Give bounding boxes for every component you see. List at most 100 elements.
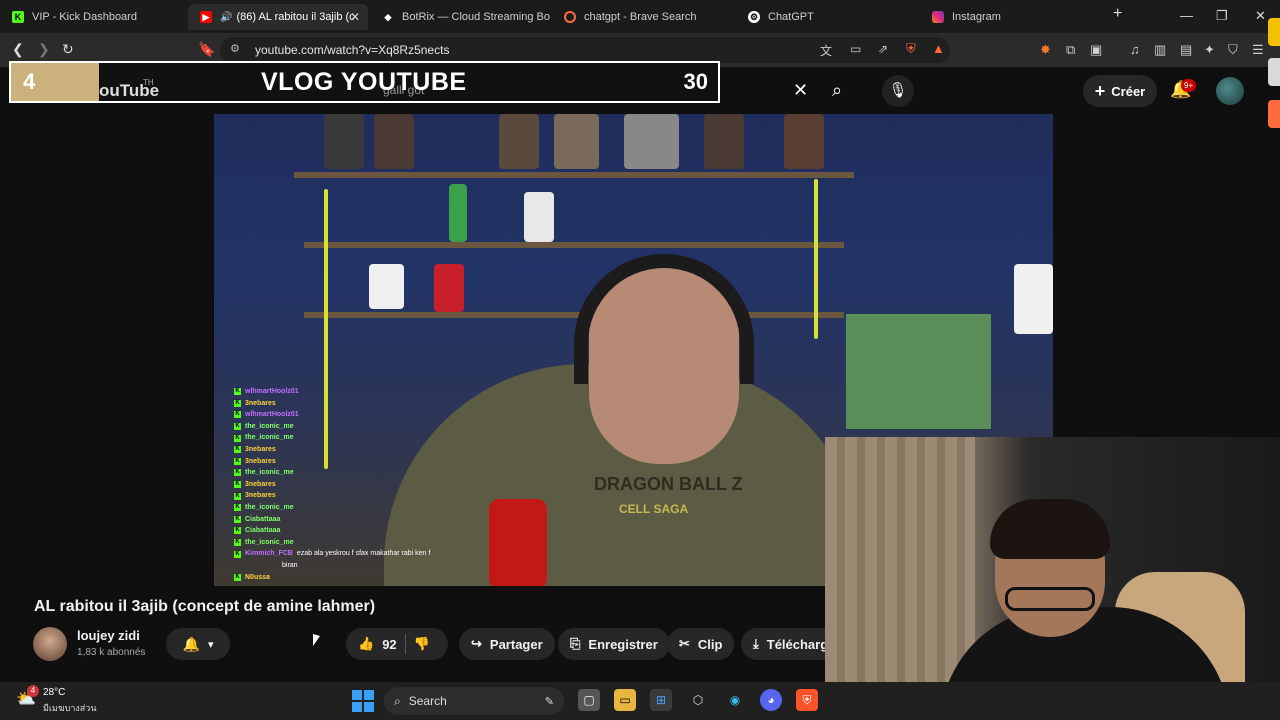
shelf [304,312,844,318]
chat-username: the_iconic_me [245,538,294,546]
brave-shields-icon[interactable]: ⛨ [906,41,916,57]
side-app-tile[interactable] [1268,58,1280,86]
like-dislike-group: 👍 92 👎 [346,628,448,660]
clip-button[interactable]: ✂ Clip [667,628,735,660]
reload-icon[interactable]: ↻ [62,41,74,58]
thumbs-down-icon: 👎 [413,636,430,651]
kick-badge-icon: K [234,527,241,535]
logo-country-code: TH [143,78,154,87]
cast-icon[interactable]: ▭ [850,42,861,56]
kick-badge-icon: K [234,399,241,407]
windows-logo-pane [364,702,374,712]
notifications-badge: 9+ [1181,79,1197,92]
side-app-tile[interactable] [1268,100,1280,128]
restore-icon[interactable]: ❐ [1216,8,1228,24]
weather-badge: 4 [27,685,39,697]
url-bar[interactable]: ⚙ youtube.com/watch?v=Xq8Rz5nects 文 ▭ ⇗ … [220,37,950,63]
brave-rewards-icon[interactable]: ▲ [932,41,945,56]
chat-message: KwlhmartHoolz01 [234,409,430,421]
side-app-tile[interactable] [1268,18,1280,46]
kick-badge-icon: K [234,469,241,477]
leo-ai-icon[interactable]: ✦ [1204,42,1215,58]
chat-username: Kimmich_FCB [245,550,293,558]
microsoft-store-icon[interactable]: ⊞ [650,689,672,711]
start-button[interactable] [352,690,374,712]
chat-message: Kthe_iconic_me [234,421,430,433]
tab-botrix[interactable]: ◆ BotRix — Cloud Streaming Bot f [370,4,550,30]
forward-icon[interactable]: ❯ [38,41,50,58]
webcam-overlay [825,437,1280,720]
tab-brave-search[interactable]: chatgpt - Brave Search [552,4,732,30]
chat-text: biran [282,561,298,569]
create-button[interactable]: + Créer [1083,75,1157,107]
extension-icon[interactable]: ✸ [1040,42,1051,58]
weather-condition[interactable]: มีเมฆบางส่วน [43,701,96,715]
share-page-icon[interactable]: ⇗ [878,42,888,56]
tab-label: VIP - Kick Dashboard [32,11,137,23]
brave-icon[interactable]: ⛨ [796,689,818,711]
chat-username: Ciabattaaa [245,527,281,535]
overlay-right-counter: 30 [683,69,708,94]
edge-icon[interactable]: ◉ [724,689,746,711]
shelf [304,242,844,248]
weather-temperature[interactable]: 28°C [43,687,65,698]
audio-playing-icon[interactable]: 🔊 [220,12,232,23]
kick-badge-icon: K [234,388,241,396]
music-icon[interactable]: ♫ [1130,42,1140,57]
extensions-puzzle-icon[interactable]: ⧉ [1066,42,1075,58]
sidebar-icon[interactable]: ▥ [1154,42,1166,58]
chat-username: 3nebares [245,445,276,453]
clear-search-icon[interactable]: ✕ [793,80,808,101]
back-icon[interactable]: ❮ [12,41,24,58]
discord-icon[interactable]: ◕ [760,689,782,711]
microphone-icon[interactable]: 🎙 [882,75,914,107]
dislike-button[interactable]: 👎 [414,636,430,652]
kick-badge-icon: K [234,550,241,558]
chat-message: Kthe_iconic_me [234,502,430,514]
translate-icon[interactable]: 文 [820,42,832,59]
collectible-figure [449,184,467,242]
collectible-box [499,114,539,169]
chat-username: the_iconic_me [245,422,294,430]
hoodie-print: DRAGON BALL Z [594,474,743,494]
bookmark-icon[interactable]: 🔖 [198,41,215,58]
chat-message: K 3nebares [234,479,430,491]
save-button[interactable]: ⎘ Enregistrer [558,628,670,660]
tab-instagram[interactable]: Instagram [920,4,1100,30]
tab-kick-dashboard[interactable]: K VIP - Kick Dashboard [0,4,185,30]
share-button[interactable]: ↪ Partager [459,628,555,660]
chat-message: K 3nebares [234,398,430,410]
menu-icon[interactable]: ☰ [1252,42,1264,58]
screenshot-icon[interactable]: ▣ [1090,42,1102,58]
file-explorer-icon[interactable]: ▭ [614,689,636,711]
save-icon: ⎘ [570,636,581,651]
windows-logo-pane [352,702,362,712]
url-text[interactable]: youtube.com/watch?v=Xq8Rz5nects [255,43,449,57]
tab-chatgpt[interactable]: ⚙ ChatGPT [736,4,916,30]
chat-message: K 3nebares [234,490,430,502]
download-button[interactable]: ⤓ Télécharg [741,628,825,660]
like-button[interactable]: 👍 92 [358,636,397,652]
chat-message: K 3nebares [234,456,430,468]
channel-name[interactable]: loujey zidi [77,628,140,643]
taskbar-search[interactable]: ⌕ Search ✎ [384,687,564,715]
close-tab-icon[interactable]: ✕ [350,10,360,24]
new-tab-button[interactable]: + [1113,5,1122,23]
channel-avatar[interactable] [33,627,67,661]
search-icon: ⌕ [394,693,401,708]
tab-label: Instagram [952,11,1001,23]
red-microphone [489,499,547,586]
minimize-icon[interactable]: — [1180,8,1193,23]
unity-icon[interactable]: ⬡ [687,689,709,711]
site-settings-icon[interactable]: ⚙ [230,42,240,55]
subscription-bell-button[interactable]: 🔔 ▾ [166,628,230,660]
wallet-icon[interactable]: ▤ [1180,42,1192,58]
search-icon[interactable]: ⌕ [832,80,842,101]
tab-youtube-video[interactable]: ▶ 🔊 (86) AL rabitou il 3ajib (c ✕ [188,4,368,30]
task-view-icon[interactable]: ▢ [578,689,600,711]
account-avatar[interactable] [1216,77,1244,105]
instagram-icon [932,11,944,23]
vpn-icon[interactable]: ⛉ [1228,42,1238,58]
share-icon: ↪ [471,636,482,651]
close-window-icon[interactable]: ✕ [1255,8,1266,24]
